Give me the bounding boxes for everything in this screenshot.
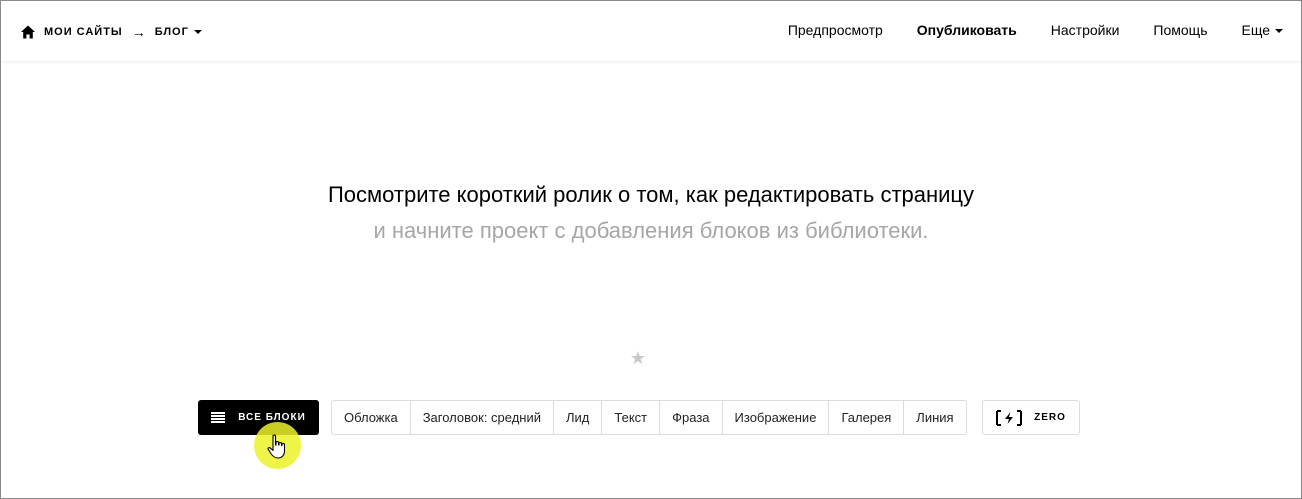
block-chip-image[interactable]: Изображение — [721, 401, 829, 434]
hand-cursor-icon — [267, 434, 286, 459]
star-icon: ★ — [629, 348, 647, 368]
block-chip-cover[interactable]: Обложка — [332, 401, 410, 434]
nav-more[interactable]: Еще — [1241, 22, 1283, 38]
zero-block-label: ZERO — [1034, 412, 1066, 423]
block-shortcuts: Обложка Заголовок: средний Лид Текст Фра… — [331, 400, 967, 435]
breadcrumb-separator: → — [131, 24, 146, 40]
block-chip-text[interactable]: Текст — [601, 401, 659, 434]
menu-icon — [211, 412, 226, 423]
block-chip-heading-medium[interactable]: Заголовок: средний — [409, 401, 553, 434]
all-blocks-label: ВСЕ БЛОКИ — [238, 412, 306, 423]
nav-help[interactable]: Помощь — [1153, 22, 1207, 38]
zero-block-icon — [996, 409, 1023, 426]
empty-page-hint: Посмотрите короткий ролик о том, как ред… — [1, 179, 1301, 247]
top-bar: МОИ САЙТЫ → БЛОГ Предпросмотр Опубликова… — [1, 1, 1301, 61]
block-chip-gallery[interactable]: Галерея — [828, 401, 903, 434]
chevron-down-icon — [193, 30, 202, 35]
nav-preview[interactable]: Предпросмотр — [788, 22, 883, 38]
breadcrumb-my-sites[interactable]: МОИ САЙТЫ — [44, 26, 123, 38]
block-chip-line[interactable]: Линия — [903, 401, 965, 434]
block-chip-quote[interactable]: Фраза — [659, 401, 721, 434]
editor-window: МОИ САЙТЫ → БЛОГ Предпросмотр Опубликова… — [0, 0, 1302, 499]
nav-publish[interactable]: Опубликовать — [917, 22, 1017, 38]
hint-title: Посмотрите короткий ролик о том, как ред… — [327, 182, 975, 207]
nav-more-label: Еще — [1241, 22, 1271, 38]
zero-block-button[interactable]: ZERO — [982, 400, 1080, 435]
block-chip-lead[interactable]: Лид — [553, 401, 601, 434]
breadcrumb: МОИ САЙТЫ → БЛОГ — [20, 23, 202, 41]
home-icon[interactable] — [20, 24, 36, 40]
breadcrumb-current-project[interactable]: БЛОГ — [155, 26, 202, 38]
breadcrumb-current-label: БЛОГ — [154, 26, 189, 38]
hint-subtitle: и начните проект с добавления блоков из … — [373, 218, 929, 243]
nav-settings[interactable]: Настройки — [1051, 22, 1120, 38]
top-nav: Предпросмотр Опубликовать Настройки Помо… — [754, 22, 1283, 38]
chevron-down-icon — [1275, 29, 1283, 34]
